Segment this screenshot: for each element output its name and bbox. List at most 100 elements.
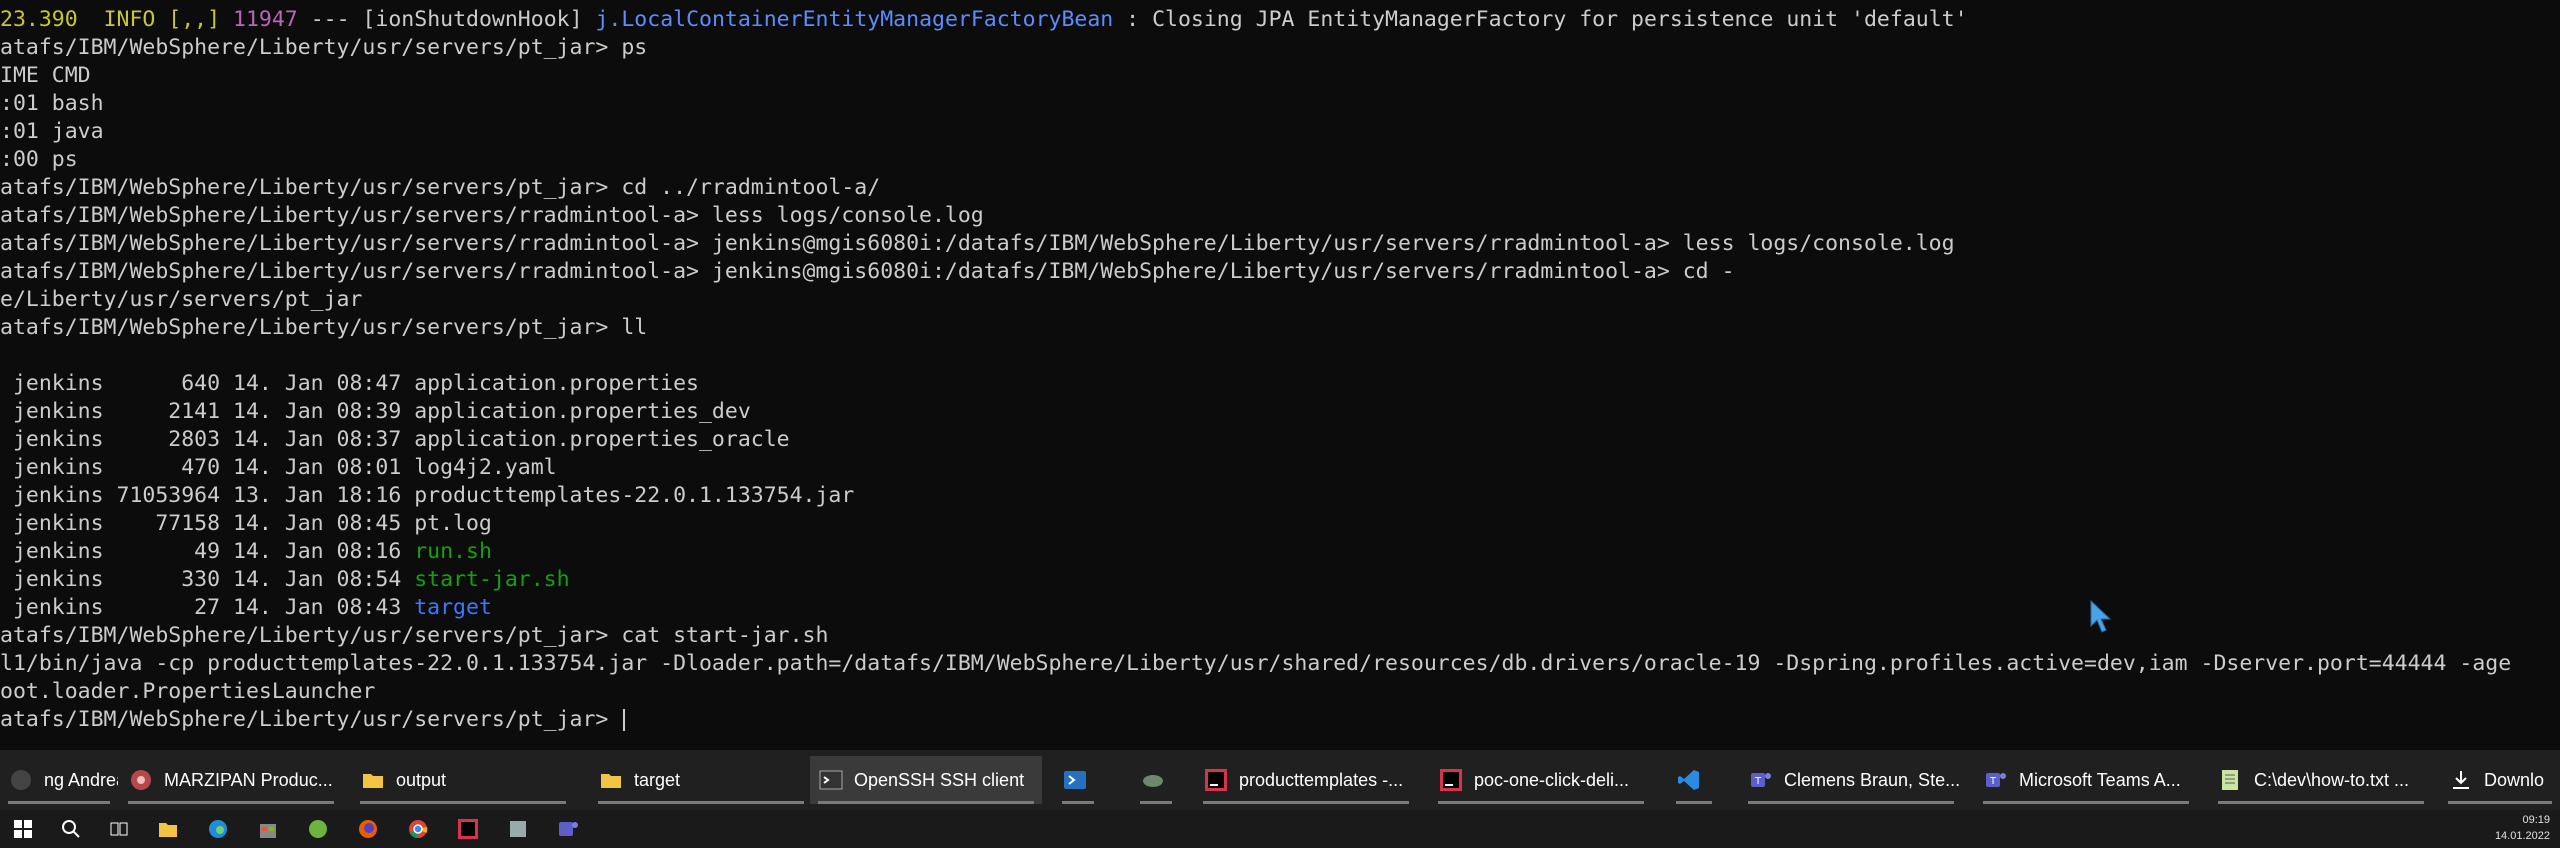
firefox-icon[interactable]	[355, 816, 381, 842]
taskbar-running-indicator	[818, 801, 1034, 804]
taskbar-button-label: ng Andreas Konrad	[44, 769, 118, 790]
terminal-text-segment: INFO [,,]	[103, 7, 234, 32]
terminal-text-segment: jenkins 77158 14. Jan 08:45 pt.log	[0, 511, 492, 536]
notepad-icon	[2218, 767, 2244, 793]
terminal-text-segment: : Closing JPA EntityManagerFactory for p…	[1113, 7, 1968, 32]
taskbar-button[interactable]: C:\dev\how-to.txt ...	[2210, 756, 2432, 804]
taskbar-button-label: C:\dev\how-to.txt ...	[2254, 769, 2410, 790]
taskbar-running-indicator	[2448, 801, 2552, 804]
taskbar-button[interactable]: producttemplates -...	[1195, 756, 1417, 804]
terminal-text-segment: start-jar.sh	[414, 567, 570, 592]
terminal-line: jenkins 49 14. Jan 08:16 run.sh	[0, 538, 492, 566]
terminal-text-segment: atafs/IBM/WebSphere/Liberty/usr/servers/…	[0, 231, 1955, 256]
terminal-text-segment: run.sh	[414, 539, 492, 564]
taskbar-button[interactable]	[1054, 756, 1102, 804]
taskbar-button[interactable]	[1668, 756, 1720, 804]
marzipan-app-icon	[128, 767, 154, 793]
terminal-line: atafs/IBM/WebSphere/Liberty/usr/servers/…	[0, 706, 626, 734]
terminal-line: :01 java	[0, 118, 104, 146]
taskbar-button[interactable]: MARZIPAN Produc...	[120, 756, 342, 804]
teams-icon: T	[1748, 767, 1774, 793]
taskbar-pinned-bar: 09:19 14.01.2022	[0, 810, 2560, 848]
download-icon	[2448, 767, 2474, 793]
terminal-text-segment: jenkins 2803 14. Jan 08:37 application.p…	[0, 427, 790, 452]
taskbar-button-label: Clemens Braun, Ste...	[1784, 769, 1961, 790]
windows-start-icon[interactable]	[10, 816, 36, 842]
svg-text:T: T	[1989, 776, 1997, 787]
taskbar-button[interactable]: T Clemens Braun, Ste...	[1740, 756, 1962, 804]
taskbar-button-label: Microsoft Teams A...	[2019, 769, 2181, 790]
taskbar-button-label: target	[634, 769, 681, 790]
taskbar-button[interactable]: ng Andreas Konrad	[0, 756, 118, 804]
terminal-text-segment: atafs/IBM/WebSphere/Liberty/usr/servers/…	[0, 35, 648, 60]
terminal-line: atafs/IBM/WebSphere/Liberty/usr/servers/…	[0, 622, 828, 650]
taskbar-running-indicator	[1983, 801, 2189, 804]
terminal-text-segment: IME CMD	[0, 63, 91, 88]
terminal-text-segment: target	[414, 595, 492, 620]
system-clock[interactable]: 09:19 14.01.2022	[2495, 812, 2550, 844]
teams-tray-icon[interactable]	[555, 816, 581, 842]
taskbar-button[interactable]	[1132, 756, 1180, 804]
taskbar-running-indicator	[1062, 801, 1094, 804]
chrome-profile-icon	[8, 767, 34, 793]
edge-icon[interactable]	[205, 816, 231, 842]
mouse-pointer-icon	[2090, 600, 2112, 633]
folder-icon	[360, 767, 386, 793]
terminal-text-segment: --- [ionShutdownHook]	[297, 7, 596, 32]
store-icon[interactable]	[255, 816, 281, 842]
taskbar-app-buttons: ng Andreas Konrad MARZIPAN Produc... outpu…	[0, 750, 2560, 810]
taskbar-button[interactable]: OpenSSH SSH client	[810, 756, 1042, 804]
terminal-text-segment: atafs/IBM/WebSphere/Liberty/usr/servers/…	[0, 707, 622, 732]
taskbar-running-indicator	[128, 801, 334, 804]
terminal-line: jenkins 77158 14. Jan 08:45 pt.log	[0, 510, 492, 538]
terminal-line: jenkins 470 14. Jan 08:01 log4j2.yaml	[0, 454, 557, 482]
taskbar-button[interactable]: target	[590, 756, 812, 804]
taskbar-button-label: MARZIPAN Produc...	[164, 769, 333, 790]
terminal-text-segment: :01 java	[0, 119, 104, 144]
terminal-text-segment: 23.390	[0, 7, 104, 32]
tool-icon	[1140, 767, 1166, 793]
terminal-line: atafs/IBM/WebSphere/Liberty/usr/servers/…	[0, 230, 1955, 258]
clock-date: 14.01.2022	[2494, 830, 2550, 842]
terminal-line: e/Liberty/usr/servers/pt_jar	[0, 286, 362, 314]
search-icon[interactable]	[58, 816, 84, 842]
taskbar-running-indicator	[1676, 801, 1712, 804]
file-explorer-icon[interactable]	[155, 816, 181, 842]
terminal-text-segment: jenkins 640 14. Jan 08:47 application.pr…	[0, 371, 699, 396]
chrome-icon[interactable]	[405, 816, 431, 842]
terminal-text-segment: atafs/IBM/WebSphere/Liberty/usr/servers/…	[0, 175, 881, 200]
taskbar-running-indicator	[360, 801, 566, 804]
terminal-line: l1/bin/java -cp producttemplates-22.0.1.…	[0, 650, 2511, 678]
taskbar-running-indicator	[1203, 801, 1409, 804]
terminal-text-segment: atafs/IBM/WebSphere/Liberty/usr/servers/…	[0, 203, 984, 228]
taskbar-button[interactable]: T Microsoft Teams A...	[1975, 756, 2197, 804]
terminal-window[interactable]: 23.390 INFO [,,] 11947 --- [ionShutdownH…	[0, 0, 2560, 750]
terminal-line: IME CMD	[0, 62, 91, 90]
terminal-line: jenkins 640 14. Jan 08:47 application.pr…	[0, 370, 699, 398]
taskbar-button[interactable]: Downlo	[2440, 756, 2560, 804]
taskbar-button[interactable]: poc-one-click-deli...	[1430, 756, 1652, 804]
vscode-icon	[1676, 767, 1702, 793]
taskbar-button[interactable]: output	[352, 756, 574, 804]
terminal-text-segment: atafs/IBM/WebSphere/Liberty/usr/servers/…	[0, 315, 648, 340]
terminal-line: :00 ps	[0, 146, 78, 174]
terminal-text-segment: oot.loader.PropertiesLauncher	[0, 679, 376, 704]
taskbar-running-indicator	[1748, 801, 1954, 804]
intellij-icon	[1203, 767, 1229, 793]
terminal-text-segment: atafs/IBM/WebSphere/Liberty/usr/servers/…	[0, 623, 829, 648]
terminal-line: atafs/IBM/WebSphere/Liberty/usr/servers/…	[0, 202, 984, 230]
terminal-text-segment: 11947	[233, 7, 298, 32]
taskbar-button-label: OpenSSH SSH client	[854, 769, 1025, 790]
app-tray-icon[interactable]	[505, 816, 531, 842]
taskbar-button-label: Downlo	[2484, 769, 2545, 790]
intellij-icon	[1438, 767, 1464, 793]
terminal-text-segment: jenkins 71053964 13. Jan 18:16 productte…	[0, 483, 855, 508]
terminal-text-segment: l1/bin/java -cp producttemplates-22.0.1.…	[0, 651, 2512, 676]
spring-icon[interactable]	[305, 816, 331, 842]
terminal-line: jenkins 71053964 13. Jan 18:16 productte…	[0, 482, 854, 510]
task-view-icon[interactable]	[106, 816, 132, 842]
intellij-tray-icon[interactable]	[455, 816, 481, 842]
terminal-cursor	[623, 709, 626, 731]
terminal-line: jenkins 2141 14. Jan 08:39 application.p…	[0, 398, 751, 426]
terminal-line: oot.loader.PropertiesLauncher	[0, 678, 375, 706]
